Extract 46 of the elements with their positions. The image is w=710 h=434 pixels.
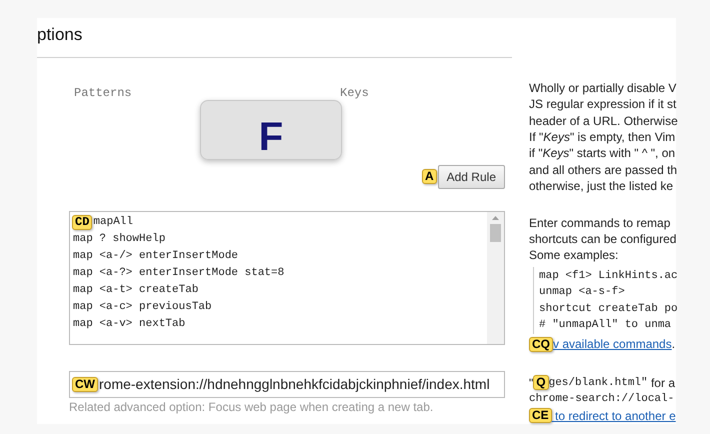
pressed-key: F [258, 115, 284, 159]
mapping-line: map <a-v> nextTab [72, 316, 186, 332]
scrollbar[interactable] [487, 212, 504, 344]
add-rule-button[interactable]: Add Rule [438, 164, 505, 189]
help-line: and all others are passed th [529, 162, 676, 178]
hint-marker[interactable]: CD [72, 214, 92, 230]
help-line: If "Keys" is empty, then Vim [529, 128, 676, 146]
help-line: Enter commands to remap [529, 214, 672, 231]
mapping-line: map <a-?> enterInsertMode stat=8 [72, 266, 286, 281]
example-line: shortcut createTab po [539, 302, 676, 317]
example-line: map <f1> LinkHints.ac [539, 268, 676, 284]
scroll-thumb[interactable] [490, 224, 501, 242]
link-suffix: . [672, 336, 676, 353]
help-line: header of a URL. Otherwise [529, 112, 676, 129]
mapping-line: map <a-/> enterInsertMode [72, 248, 240, 264]
mapping-line: map <a-c> previousTab [72, 300, 213, 315]
column-header: Patterns [73, 84, 133, 102]
hint-marker[interactable]: CQ [529, 337, 553, 352]
column-header: Keys [340, 84, 369, 102]
quote-text: " [529, 374, 534, 392]
code-text: ges/blank.html" [548, 376, 648, 391]
hint-marker[interactable]: A [422, 169, 437, 184]
help-line: otherwise, just the listed ke [529, 178, 674, 195]
example-line: unmap <a-s-f> [539, 285, 626, 300]
mapping-line: map ? showHelp [72, 232, 166, 247]
page-title: ptions [37, 25, 82, 44]
help-text: Related advanced option: Focus web page when creating a new tab. [69, 400, 434, 415]
url-value: rome-extension://hdnehngglnbnehkfcidabjckinphnief/index.html [99, 374, 490, 394]
key-mappings-textarea[interactable]: CD mapAll map ? showHelp map <a-/> enterInsertMode map <a-?> enterInsertMode stat=8 map <a-t> createTab map <a-c> previousTab map <a-v> nextTab [69, 210, 505, 345]
help-text: for a [650, 374, 675, 392]
help-line: Some examples: [529, 247, 620, 264]
mapping-line: map <a-t> createTab [72, 282, 200, 298]
help-line: shortcuts can be configured [529, 230, 676, 248]
hint-marker[interactable]: Q [533, 375, 549, 390]
code-text: chrome-search://local- [529, 392, 676, 408]
scroll-up-icon[interactable] [492, 216, 499, 220]
hint-marker[interactable]: CE [529, 408, 552, 424]
hint-marker[interactable]: CW [72, 376, 98, 392]
commands-link[interactable]: v available commands [553, 336, 672, 353]
redirect-link[interactable]: to redirect to another e [552, 408, 676, 424]
mapping-line: mapAll [93, 214, 134, 230]
help-line: Wholly or partially disable V [529, 80, 676, 96]
new-tab-url-field[interactable]: CW rome-extension://hdnehngglnbnehkfcidabjckinphnief/index.html [69, 370, 505, 398]
example-line: # "unmapAll" to unma [539, 318, 672, 333]
help-line: JS regular expression if it st [529, 96, 676, 112]
help-line: if "Keys" starts with " ^ ", on [529, 145, 676, 162]
